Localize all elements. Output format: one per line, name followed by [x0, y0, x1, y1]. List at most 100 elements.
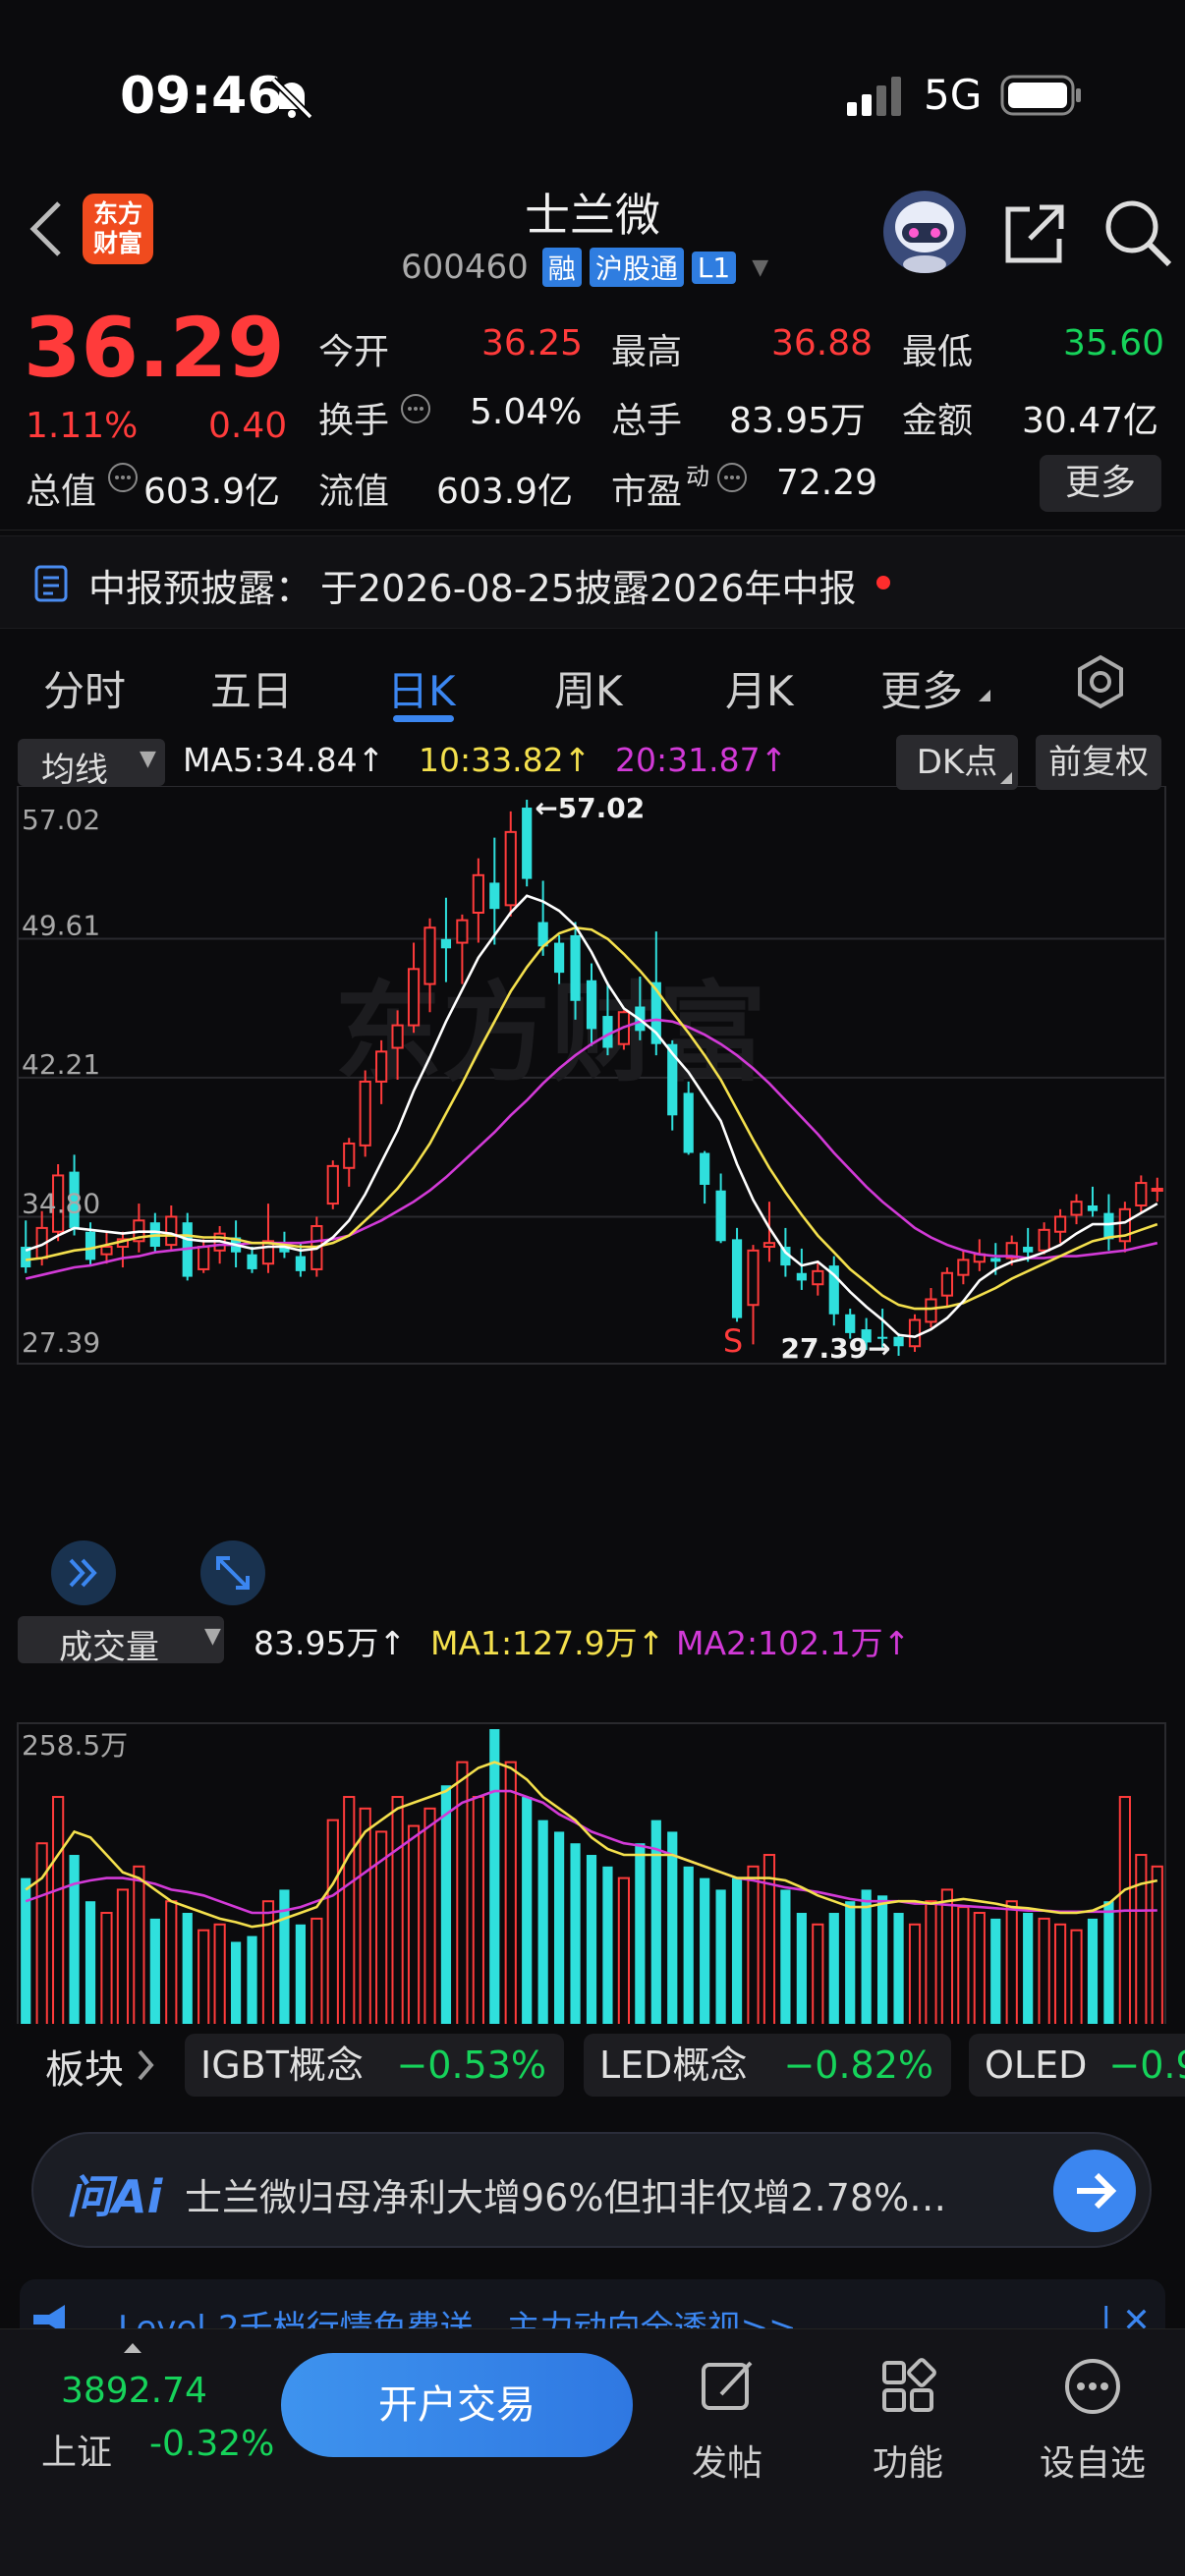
volume-bar-down — [828, 1913, 839, 2024]
volume-bar-up — [165, 1900, 178, 2024]
candle-up — [1038, 1228, 1050, 1252]
candle-down — [586, 980, 597, 1030]
sector-pill[interactable]: IGBT概念 −0.53% — [185, 2034, 564, 2097]
ai-go-button[interactable] — [1053, 2150, 1136, 2232]
candle-up — [957, 1259, 970, 1276]
volume-bar-up — [925, 1900, 937, 2024]
candle-down — [522, 808, 533, 879]
tab-weekly-k[interactable]: 周K — [554, 658, 623, 718]
info-icon[interactable] — [106, 461, 140, 494]
float-cap-value: 603.9亿 — [436, 472, 574, 512]
info-icon[interactable] — [715, 461, 749, 494]
tab-five-day[interactable]: 五日 — [210, 658, 293, 718]
volume-selector[interactable]: 成交量 ▼ — [18, 1616, 224, 1667]
search-icon[interactable] — [1100, 196, 1175, 270]
candle-down — [1087, 1204, 1099, 1211]
kline-svg[interactable]: 东方财富57.0249.6142.2134.8027.39←57.0227.39… — [0, 786, 1185, 2024]
volume-label: 总手 — [611, 401, 683, 441]
volume-bar-up — [326, 1819, 339, 2024]
volume-bar-down — [69, 1855, 80, 2024]
volume-bar-up — [343, 1796, 356, 2024]
volume-bar-up — [1053, 1923, 1067, 2024]
volume-selector-label: 成交量 — [59, 1628, 159, 1667]
candle-up — [407, 968, 421, 1027]
amount-label: 金额 — [902, 401, 974, 441]
sector-pill[interactable]: OLED −0.9 — [969, 2034, 1185, 2097]
volume-bar-down — [602, 1866, 613, 2024]
more-corner-icon — [979, 690, 990, 701]
price-axis-label: 34.80 — [22, 1187, 100, 1219]
price-axis-label: 42.21 — [22, 1048, 100, 1081]
megaphone-icon — [33, 2305, 65, 2328]
volume-bar-up — [133, 1865, 145, 2024]
notice-bar[interactable]: 中报预披露： 于2026-08-25披露2026年中报 — [0, 535, 1185, 629]
open-account-trade-button[interactable]: 开户交易 — [281, 2353, 633, 2457]
close-icon[interactable]: | ✕ — [1100, 2301, 1151, 2328]
volume-bar-down — [635, 1843, 646, 2024]
candle-down — [570, 934, 581, 1001]
tab-intraday[interactable]: 分时 — [43, 658, 126, 718]
candle-up — [762, 1242, 776, 1249]
promo-banner[interactable]: Level-2千档行情免费送，主力动向全透视>> | ✕ — [20, 2279, 1165, 2328]
more-dots-icon — [1065, 2359, 1120, 2414]
sector-pill[interactable]: LED概念 −0.82% — [584, 2034, 951, 2097]
share-icon[interactable] — [1000, 199, 1069, 268]
info-icon[interactable] — [399, 392, 432, 425]
fullscreen-button[interactable] — [200, 1540, 265, 1605]
dk-point-button[interactable]: DK点 — [896, 735, 1018, 790]
notice-label: 中报预披露： — [88, 567, 313, 610]
indicator-selector[interactable]: 均线 ▼ — [18, 739, 165, 790]
functions-button[interactable]: 功能 — [859, 2357, 957, 2486]
gear-icon[interactable] — [1073, 654, 1128, 709]
volume-bar-down — [149, 1918, 160, 2024]
adjust-button[interactable]: 前复权 — [1036, 735, 1161, 790]
volume-bar-down — [796, 1913, 807, 2024]
high-value: 36.88 — [771, 323, 874, 364]
ai-assistant-bar[interactable]: 问Ai 士兰微归母净利大增96%但扣非仅增2.78%… — [31, 2132, 1152, 2248]
candle-up — [326, 1164, 339, 1205]
amount-value: 30.47亿 — [1022, 401, 1159, 441]
low-value: 35.60 — [1063, 323, 1165, 364]
turnover-value: 5.04% — [470, 392, 583, 432]
candle-down — [1023, 1247, 1034, 1253]
tab-more[interactable]: 更多 — [880, 658, 963, 718]
volume-bar-down — [1023, 1913, 1034, 2024]
market-cap-label: 总值 — [26, 472, 97, 512]
vol-ma1-value: MA1:127.9万 — [430, 1624, 638, 1662]
candle-down — [845, 1314, 856, 1333]
expand-left-button[interactable] — [51, 1540, 116, 1605]
sector-change: −0.9 — [1108, 2044, 1185, 2087]
tag-connect: 沪股通 — [589, 248, 684, 287]
more-button[interactable]: 更多 — [1040, 455, 1161, 512]
ma10-readout: 10:33.82↑ — [419, 741, 592, 779]
robot-assistant-icon[interactable] — [880, 188, 969, 276]
index-name: 上证 — [41, 2433, 113, 2473]
index-value: 3892.74 — [61, 2371, 207, 2411]
turnover-label: 换手 — [318, 401, 390, 441]
open-label: 今开 — [318, 332, 390, 372]
chevron-right-icon[interactable] — [134, 2047, 157, 2083]
candle-up — [1151, 1187, 1163, 1192]
volume-bar-up — [762, 1854, 776, 2024]
volume-bar-up — [261, 1900, 275, 2024]
current-price: 36.29 — [24, 300, 285, 396]
volume-bar-down — [667, 1831, 678, 2024]
stock-header: 东方财富 士兰微 600460 融 沪股通 L1 ▼ — [0, 172, 1185, 300]
ma5-line — [25, 894, 1158, 1339]
volume-bar-up — [1038, 1917, 1050, 2024]
stock-code: 600460 — [401, 248, 529, 287]
expand-up-icon[interactable] — [124, 2343, 141, 2353]
volume-bar-down — [700, 1877, 710, 2024]
post-button[interactable]: 发帖 — [678, 2357, 776, 2486]
price-axis-label: 49.61 — [22, 910, 100, 942]
tab-daily-k[interactable]: 日K — [387, 658, 456, 718]
volume-value: 83.95万 — [254, 1624, 379, 1662]
add-watchlist-button[interactable]: 设自选 — [1034, 2357, 1152, 2486]
candle-up — [1070, 1201, 1083, 1216]
candle-up — [747, 1249, 760, 1307]
quote-panel: 36.29 1.11% 0.40 今开 36.25 最高 36.88 最低 35… — [0, 300, 1185, 531]
tab-monthly-k[interactable]: 月K — [725, 658, 794, 718]
sector-label[interactable]: 板块 — [45, 2038, 124, 2095]
volume-bar-up — [957, 1906, 970, 2024]
dropdown-caret-icon[interactable]: ▼ — [752, 255, 768, 280]
